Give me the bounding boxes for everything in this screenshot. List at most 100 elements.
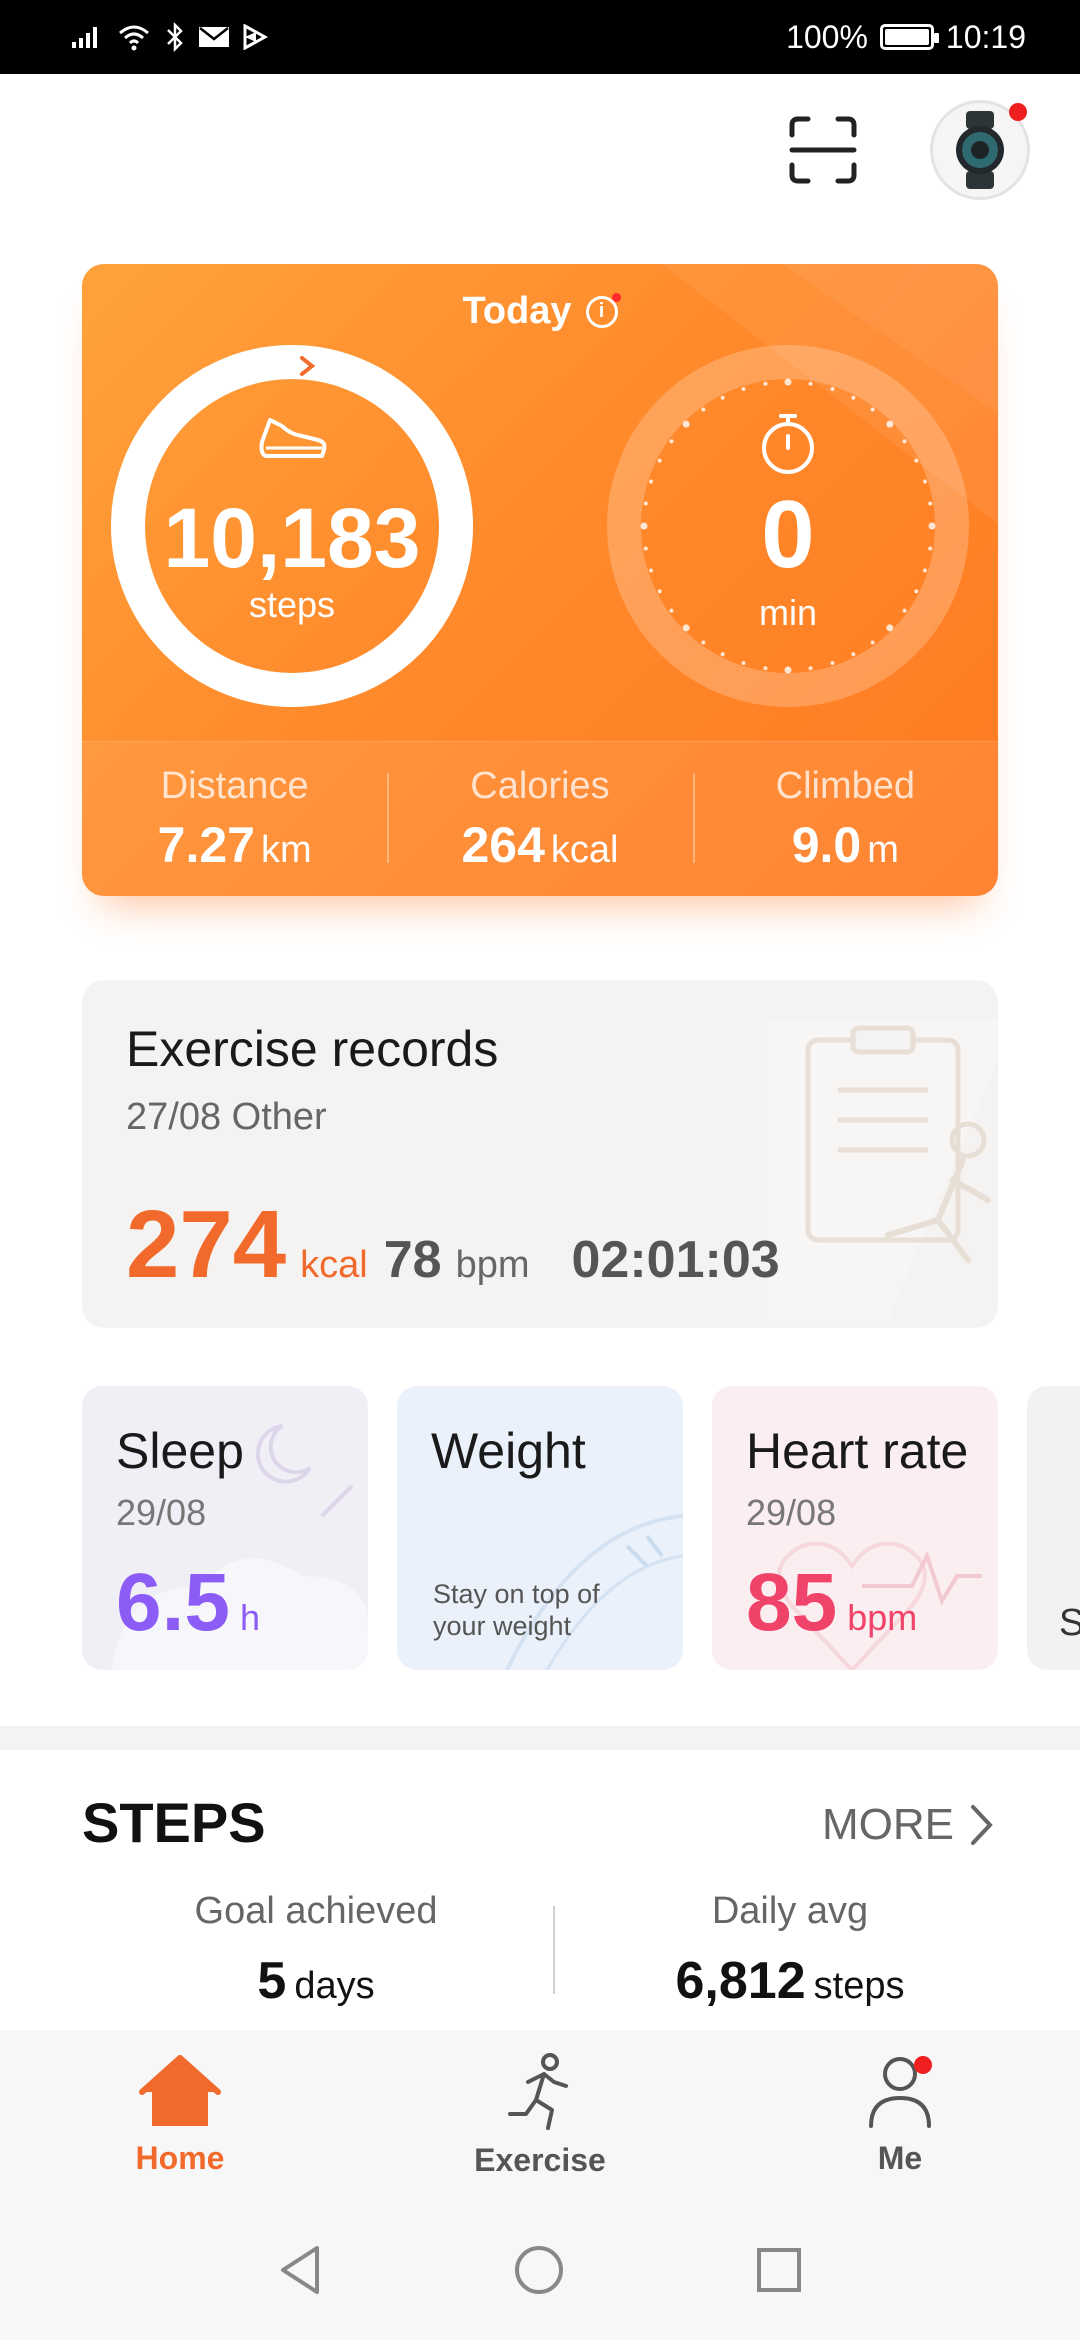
more-link[interactable]: MORE xyxy=(822,1800,994,1850)
dial-tick xyxy=(830,660,835,665)
daily-avg-stat: Daily avg 6,812 steps xyxy=(580,1890,1000,2011)
weight-title: Weight xyxy=(431,1423,586,1479)
info-icon[interactable]: i xyxy=(585,292,621,328)
wifi-icon xyxy=(119,25,149,51)
metric-unit: m xyxy=(867,828,899,871)
today-title: Today xyxy=(462,290,572,332)
dial-tick xyxy=(741,387,746,392)
nav-home[interactable]: Home xyxy=(0,2030,360,2200)
system-navigation-bar xyxy=(0,2200,1080,2340)
dial-tick xyxy=(851,652,856,657)
exercise-kcal-unit: kcal xyxy=(300,1244,368,1286)
dial-tick xyxy=(784,378,792,386)
dial-tick xyxy=(808,666,813,671)
avg-value: 6,812 xyxy=(675,1952,806,2010)
heart-rate-card[interactable]: Heart rate 29/08 85 bpm xyxy=(712,1386,998,1670)
recents-icon[interactable] xyxy=(755,2246,803,2294)
exercise-bpm-unit: bpm xyxy=(455,1244,530,1286)
today-metrics: Distance 7.27 km Calories 264 kcal Climbed… xyxy=(82,741,998,896)
bottom-navigation: Home Exercise Me xyxy=(0,2030,1080,2200)
watch-icon xyxy=(956,111,1004,189)
status-icons xyxy=(70,22,268,52)
exercise-kcal-value: 274 xyxy=(126,1191,287,1298)
metric-value-row: 264 kcal xyxy=(387,816,692,874)
metric-label: Distance xyxy=(160,764,309,807)
active-time-value: 0 xyxy=(761,481,815,588)
steps-ring[interactable]: 10,183 steps xyxy=(106,340,478,712)
home-circle-icon[interactable] xyxy=(513,2244,565,2296)
battery-icon xyxy=(879,24,939,50)
more-label: MORE xyxy=(822,1800,954,1849)
header-actions xyxy=(786,100,1030,200)
exercise-subtitle: 27/08 Other xyxy=(126,1096,327,1138)
exercise-duration: 02:01:03 xyxy=(571,1231,780,1289)
runner-icon xyxy=(508,2052,568,2130)
chevron-right-icon xyxy=(971,1805,993,1845)
dial-tick xyxy=(682,420,690,428)
steps-section-title: STEPS xyxy=(82,1791,266,1854)
metric-calories: Calories 264 kcal xyxy=(387,765,692,874)
avg-unit: steps xyxy=(813,1965,905,2007)
stat-divider xyxy=(553,1906,555,1994)
steps-unit: steps xyxy=(248,584,336,625)
dial-tick xyxy=(914,458,919,463)
weight-card[interactable]: Weight Stay on top of your weight xyxy=(397,1386,683,1670)
dial-tick xyxy=(870,407,875,412)
signal-icon xyxy=(72,27,97,48)
sleep-unit: h xyxy=(240,1597,261,1638)
goal-unit: days xyxy=(294,1965,375,2007)
metric-label: Calories xyxy=(470,764,610,807)
metric-value-row: 9.0 m xyxy=(693,816,998,874)
device-avatar[interactable] xyxy=(930,100,1030,200)
battery-percent: 100% xyxy=(786,18,868,55)
metric-value: 7.27 xyxy=(157,816,255,873)
nav-exercise[interactable]: Exercise xyxy=(360,2030,720,2200)
exercise-records-card[interactable]: Exercise records 27/08 Other 274 kcal 78… xyxy=(82,980,998,1328)
goal-achieved-stat: Goal achieved 5 days xyxy=(106,1890,526,2011)
nav-me[interactable]: Me xyxy=(720,2030,1080,2200)
sleep-date: 29/08 xyxy=(116,1492,207,1533)
scan-button[interactable] xyxy=(786,113,860,187)
heart-rate-unit: bpm xyxy=(847,1597,918,1638)
dial-tick xyxy=(720,652,725,657)
heart-rate-title: Heart rate xyxy=(746,1423,969,1479)
nav-me-label: Me xyxy=(877,2139,923,2176)
exercise-stats: 274 kcal 78 bpm 02:01:03 xyxy=(126,1190,780,1300)
clipboard-runner-icon xyxy=(768,1020,998,1320)
metric-climbed: Climbed 9.0 m xyxy=(692,765,998,874)
sleep-value-row: 6.5 h xyxy=(116,1556,260,1650)
sleep-value: 6.5 xyxy=(116,1557,230,1648)
metric-unit: km xyxy=(261,828,312,871)
dial-tick xyxy=(886,420,894,428)
dial-tick xyxy=(657,458,662,463)
dial-tick xyxy=(669,439,674,444)
steps-value: 10,183 xyxy=(163,491,421,585)
goal-value: 5 xyxy=(257,1952,287,2010)
play-store-icon xyxy=(243,24,268,50)
sleep-card[interactable]: Sleep 29/08 6.5 h xyxy=(82,1386,368,1670)
nav-exercise-label: Exercise xyxy=(474,2141,606,2178)
back-icon[interactable] xyxy=(277,2244,323,2296)
dial-tick xyxy=(784,666,792,674)
shoe-icon xyxy=(259,418,327,458)
metric-unit: kcal xyxy=(550,828,619,871)
heart-rate-value: 85 xyxy=(746,1557,838,1648)
avg-value-row: 6,812 steps xyxy=(580,1951,1000,2011)
today-card[interactable]: Today i 10,183 steps 0 min Distance 7.27… xyxy=(82,264,998,896)
dial-tick xyxy=(870,640,875,645)
heart-rate-value-row: 85 bpm xyxy=(746,1556,917,1650)
notification-dot xyxy=(1009,103,1027,121)
mail-icon xyxy=(199,27,229,47)
today-header: Today i xyxy=(82,290,998,333)
partial-card-letter: S xyxy=(1059,1602,1080,1644)
metric-value: 264 xyxy=(461,816,545,873)
dial-tick xyxy=(808,381,813,386)
exercise-bpm-value: 78 xyxy=(383,1231,442,1289)
avg-label: Daily avg xyxy=(711,1890,869,1932)
partial-card[interactable]: S xyxy=(1027,1386,1080,1670)
dial-tick xyxy=(902,439,907,444)
section-divider xyxy=(0,1726,1080,1750)
dial-tick xyxy=(701,640,706,645)
active-time-ring[interactable]: 0 min xyxy=(602,340,974,712)
status-bar: 100% 10:19 xyxy=(0,0,1080,74)
